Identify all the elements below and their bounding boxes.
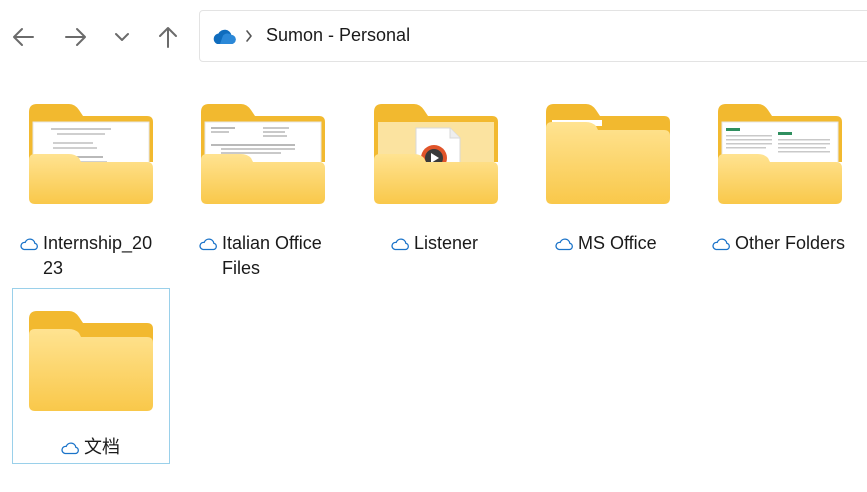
folder-with-documents-icon [201,104,325,204]
breadcrumb-current-location[interactable]: Sumon - Personal [266,25,410,46]
folder-item-internship[interactable]: Internship_2023 [14,90,170,280]
forward-button[interactable] [61,22,91,52]
cloud-outline-icon [391,238,409,251]
folder-name: Internship_2023 [43,233,153,278]
folder-label-row: MS Office [554,231,684,256]
folder-label-row: Italian Office Files [198,231,342,281]
cloud-outline-icon [61,442,79,455]
folder-item-wendang[interactable]: 文档 [12,288,170,464]
folder-with-documents-icon [29,104,153,204]
recent-locations-button[interactable] [107,22,137,52]
up-button[interactable] [153,22,183,52]
folder-name: 文档 [84,437,120,457]
arrow-up-icon [159,27,177,48]
onedrive-cloud-icon [213,29,236,45]
folder-item-listener[interactable]: Listener [358,90,514,280]
folder-label-row: Listener [390,231,510,256]
cloud-outline-icon [199,238,217,251]
cloud-outline-icon [20,238,38,251]
folder-icon [546,104,670,204]
back-button[interactable] [8,22,38,52]
address-bar[interactable]: Sumon - Personal [199,10,867,62]
folder-icon [29,311,153,411]
folder-item-italian-office-files[interactable]: Italian Office Files [186,90,342,280]
cloud-outline-icon [555,238,573,251]
folder-label-row: Internship_2023 [19,231,169,281]
cloud-outline-icon [712,238,730,251]
folder-name: Other Folders [735,233,846,253]
folder-item-ms-office[interactable]: MS Office [530,90,686,280]
arrow-left-icon [13,28,34,46]
folder-label-row: Other Folders [711,231,867,256]
chevron-down-icon [115,33,129,41]
folder-label-row: 文档 [60,435,160,460]
breadcrumb-separator-icon[interactable] [244,28,254,44]
folder-name: MS Office [578,233,657,253]
arrow-right-icon [65,28,86,46]
folder-with-documents-icon [718,104,842,204]
folder-item-other-folders[interactable]: Other Folders [702,90,867,280]
folder-name: Italian Office Files [222,233,322,278]
folder-with-media-file-icon [374,104,498,204]
folder-name: Listener [414,233,479,253]
